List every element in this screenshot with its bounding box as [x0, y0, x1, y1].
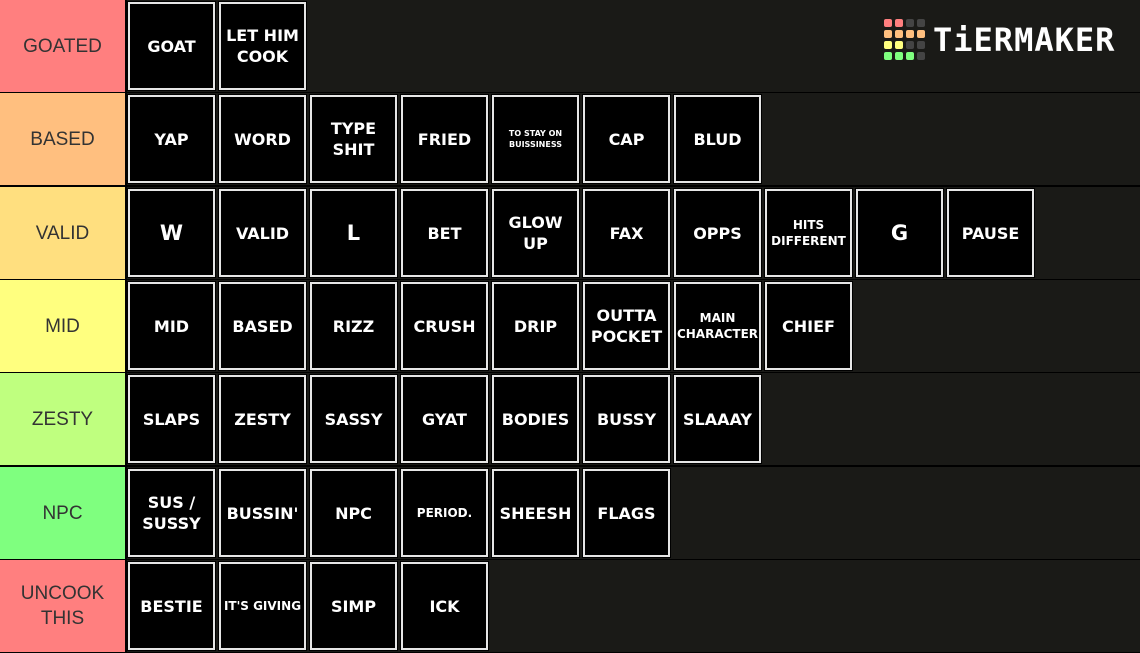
tier-item[interactable]: GYAT: [400, 374, 489, 464]
tier-items: BESTIE IT'S GIVING SIMP ICK: [127, 560, 492, 652]
tier-item[interactable]: VALID: [218, 188, 307, 278]
tier-item[interactable]: PAUSE: [946, 188, 1035, 278]
tier-items: SUS / SUSSY BUSSIN' NPC PERIOD. SHEESH FLAGS: [127, 467, 674, 559]
tier-label[interactable]: NPC: [0, 467, 127, 559]
logo-grid-cell: [917, 52, 925, 60]
tier-item[interactable]: CRUSH: [400, 281, 489, 371]
tier-item[interactable]: OUTTA POCKET: [582, 281, 671, 371]
tier-row: UNCOOK THIS BESTIE IT'S GIVING SIMP ICK: [0, 560, 1140, 652]
logo-grid-cell: [884, 52, 892, 60]
tier-item[interactable]: NPC: [309, 468, 398, 558]
tier-item[interactable]: FLAGS: [582, 468, 671, 558]
tier-item[interactable]: DRIP: [491, 281, 580, 371]
logo-grid-cell: [906, 30, 914, 38]
tier-item[interactable]: WORD: [218, 94, 307, 184]
tier-item[interactable]: G: [855, 188, 944, 278]
logo-grid-cell: [906, 19, 914, 27]
tier-row: MID MID BASED RIZZ CRUSH DRIP OUTTA POCKET MAIN…: [0, 280, 1140, 372]
tier-item[interactable]: CAP: [582, 94, 671, 184]
tier-label[interactable]: UNCOOK THIS: [0, 560, 127, 652]
tier-item[interactable]: GOAT: [127, 1, 216, 91]
logo-grid-cell: [895, 52, 903, 60]
tier-item[interactable]: TO STAY ON BUISSINESS: [491, 94, 580, 184]
logo-grid-cell: [917, 30, 925, 38]
logo-grid-cell: [906, 52, 914, 60]
tiermaker-wordmark: TiERMAKER: [933, 20, 1116, 59]
tier-item[interactable]: BESTIE: [127, 561, 216, 651]
tier-row: VALID W VALID L BET GLOW UP FAX OPPS HITS DIFFER…: [0, 187, 1140, 279]
tier-item[interactable]: W: [127, 188, 216, 278]
tier-item[interactable]: BASED: [218, 281, 307, 371]
tier-item[interactable]: MID: [127, 281, 216, 371]
tier-item[interactable]: IT'S GIVING: [218, 561, 307, 651]
tier-row: ZESTY SLAPS ZESTY SASSY GYAT BODIES BUSSY SLAAA…: [0, 373, 1140, 465]
tier-item[interactable]: SASSY: [309, 374, 398, 464]
tier-item[interactable]: SIMP: [309, 561, 398, 651]
tier-item[interactable]: ZESTY: [218, 374, 307, 464]
tier-item[interactable]: BET: [400, 188, 489, 278]
logo-grid-cell: [895, 19, 903, 27]
tier-label[interactable]: GOATED: [0, 0, 127, 92]
tier-items: W VALID L BET GLOW UP FAX OPPS HITS DIFFERENT G P…: [127, 187, 1038, 279]
logo-grid-cell: [884, 30, 892, 38]
tier-item[interactable]: SLAAAY: [673, 374, 762, 464]
tier-items: YAP WORD TYPE SHIT FRIED TO STAY ON BUISSINE…: [127, 93, 765, 185]
tier-item[interactable]: RIZZ: [309, 281, 398, 371]
tier-item[interactable]: L: [309, 188, 398, 278]
tier-item[interactable]: BUSSY: [582, 374, 671, 464]
tier-item[interactable]: OPPS: [673, 188, 762, 278]
tier-item[interactable]: FRIED: [400, 94, 489, 184]
tier-item[interactable]: BODIES: [491, 374, 580, 464]
tier-label[interactable]: MID: [0, 280, 127, 372]
tier-item[interactable]: HITS DIFFERENT: [764, 188, 853, 278]
tier-item[interactable]: SLAPS: [127, 374, 216, 464]
tier-item[interactable]: ICK: [400, 561, 489, 651]
tier-items: MID BASED RIZZ CRUSH DRIP OUTTA POCKET MAIN CH…: [127, 280, 856, 372]
tiermaker-grid-icon: [884, 19, 925, 60]
tier-items: GOAT LET HIM COOK: [127, 0, 310, 92]
logo-grid-cell: [884, 19, 892, 27]
tier-label[interactable]: VALID: [0, 187, 127, 279]
tier-item[interactable]: SHEESH: [491, 468, 580, 558]
logo-grid-cell: [884, 41, 892, 49]
tier-items: SLAPS ZESTY SASSY GYAT BODIES BUSSY SLAAAY: [127, 373, 765, 465]
logo-grid-cell: [917, 19, 925, 27]
tier-row: BASED YAP WORD TYPE SHIT FRIED TO STAY ON BUI…: [0, 93, 1140, 185]
tier-item[interactable]: CHIEF: [764, 281, 853, 371]
tier-item[interactable]: FAX: [582, 188, 671, 278]
tier-item[interactable]: LET HIM COOK: [218, 1, 307, 91]
tier-item[interactable]: SUS / SUSSY: [127, 468, 216, 558]
tiermaker-logo[interactable]: TiERMAKER: [884, 19, 1115, 60]
logo-grid-cell: [917, 41, 925, 49]
tier-item[interactable]: GLOW UP: [491, 188, 580, 278]
tier-row: NPC SUS / SUSSY BUSSIN' NPC PERIOD. SHEESH FLA…: [0, 467, 1140, 559]
logo-grid-cell: [906, 41, 914, 49]
tier-label[interactable]: ZESTY: [0, 373, 127, 465]
tier-list-board: GOATED GOAT LET HIM COOK BASED YAP WORD TYPE S…: [0, 0, 1140, 653]
tier-item[interactable]: MAIN CHARACTER: [673, 281, 762, 371]
tier-item[interactable]: PERIOD.: [400, 468, 489, 558]
logo-grid-cell: [895, 30, 903, 38]
tier-item[interactable]: BLUD: [673, 94, 762, 184]
tier-item[interactable]: TYPE SHIT: [309, 94, 398, 184]
tier-label[interactable]: BASED: [0, 93, 127, 185]
logo-grid-cell: [895, 41, 903, 49]
tier-item[interactable]: YAP: [127, 94, 216, 184]
tier-item[interactable]: BUSSIN': [218, 468, 307, 558]
